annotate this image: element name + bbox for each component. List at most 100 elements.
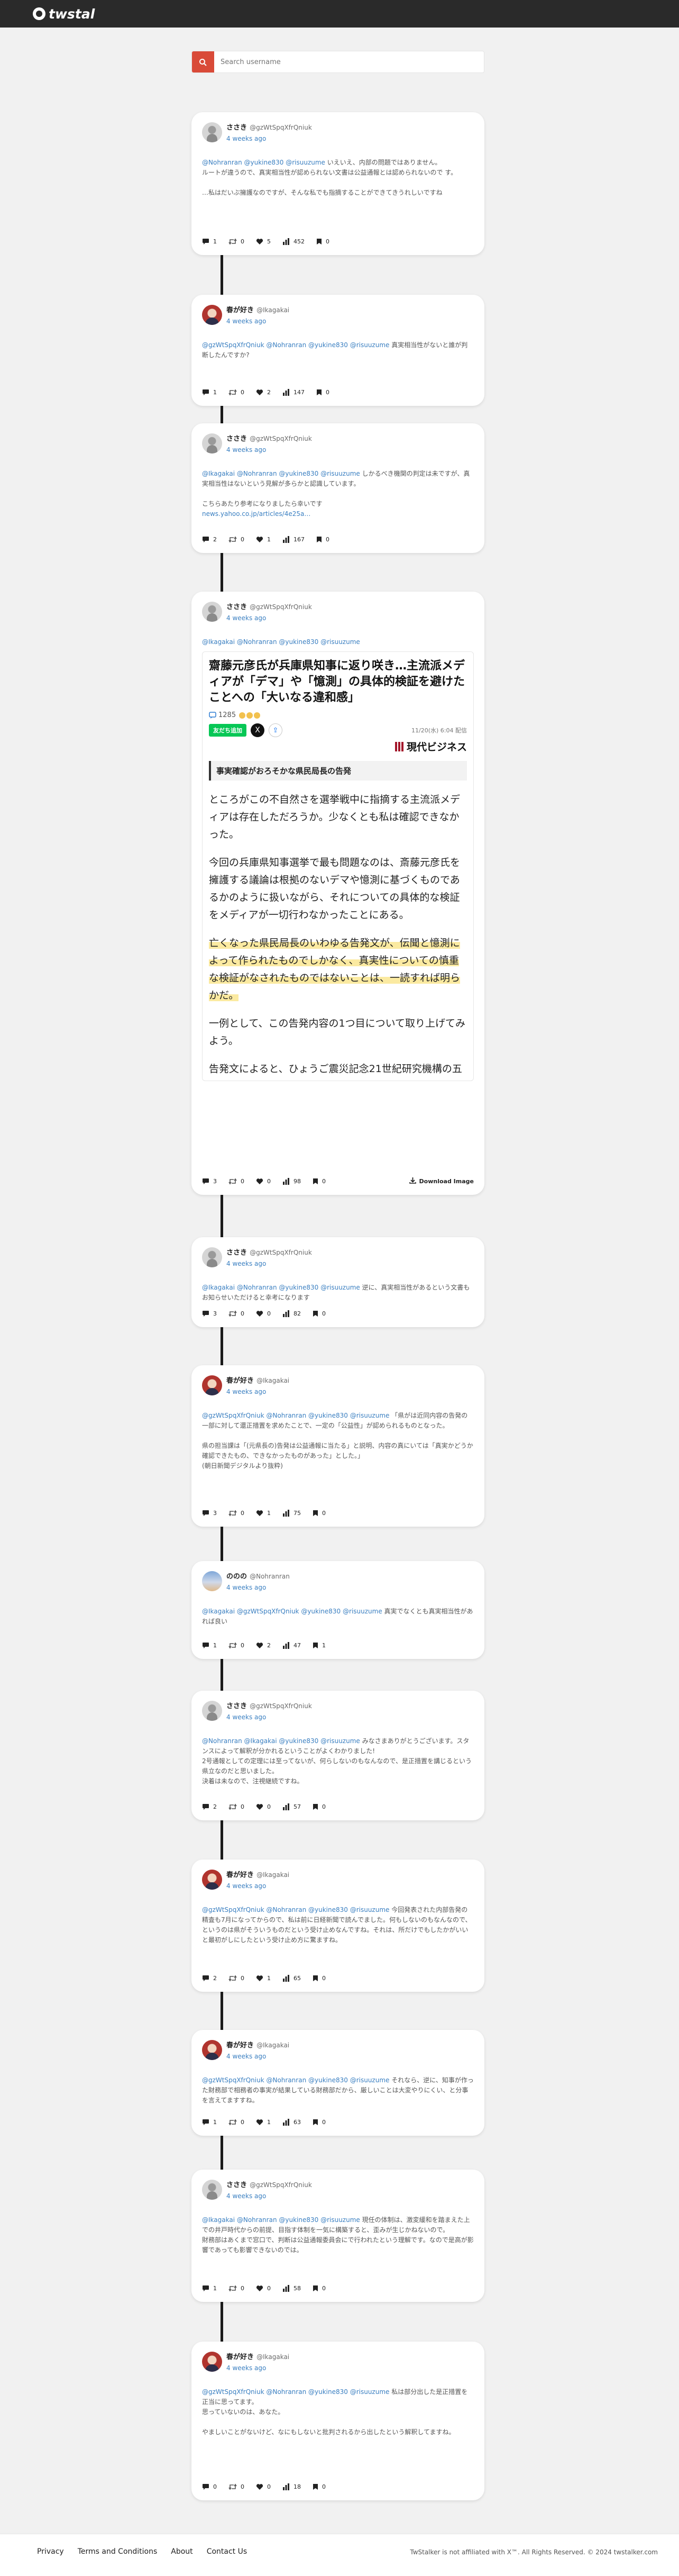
like-stat[interactable]: 2 [256, 1641, 271, 1649]
like-stat[interactable]: 0 [256, 1802, 271, 1811]
footer-link-about[interactable]: About [171, 2547, 192, 2556]
bookmark-stat[interactable]: 0 [313, 1974, 326, 1982]
reply-mentions[interactable]: @gzWtSpqXfrQniuk @Nohranran @yukine830 @… [202, 1906, 389, 1913]
display-name[interactable]: 春が好き [226, 306, 254, 314]
avatar[interactable] [202, 1571, 222, 1591]
timestamp[interactable]: 4 weeks ago [226, 2192, 312, 2201]
download-image-button[interactable]: Download Image [409, 1177, 474, 1185]
avatar[interactable] [202, 1247, 222, 1267]
tweet-link[interactable]: news.yahoo.co.jp/articles/4e25a… [202, 509, 474, 519]
username[interactable]: @Nohranran [250, 1573, 290, 1580]
display-name[interactable]: ささき [226, 603, 247, 611]
username[interactable]: @gzWtSpqXfrQniuk [250, 603, 312, 611]
avatar[interactable] [202, 2180, 222, 2200]
retweet-stat[interactable]: 0 [228, 2482, 244, 2491]
avatar[interactable] [202, 1701, 222, 1721]
display-name[interactable]: ささき [226, 435, 247, 443]
display-name[interactable]: ささき [226, 1702, 247, 1710]
bookmark-stat[interactable]: 0 [313, 2482, 326, 2491]
like-stat[interactable]: 1 [256, 1509, 271, 1517]
reply-stat[interactable]: 3 [202, 1509, 217, 1517]
reply-mentions[interactable]: @gzWtSpqXfrQniuk @Nohranran @yukine830 @… [202, 341, 389, 349]
timestamp[interactable]: 4 weeks ago [226, 317, 289, 326]
like-stat[interactable]: 0 [256, 2482, 271, 2491]
bookmark-stat[interactable]: 0 [313, 1309, 326, 1318]
username[interactable]: @gzWtSpqXfrQniuk [250, 435, 312, 442]
bookmark-stat[interactable]: 0 [313, 2284, 326, 2292]
retweet-stat[interactable]: 0 [228, 535, 244, 543]
search-input[interactable] [214, 51, 484, 72]
display-name[interactable]: 春が好き [226, 1871, 254, 1879]
search-button[interactable] [192, 51, 214, 72]
reply-mentions[interactable]: @Ikagakai @Nohranran @yukine830 @risuuzu… [202, 2216, 360, 2224]
retweet-stat[interactable]: 0 [228, 1177, 244, 1185]
timestamp[interactable]: 4 weeks ago [226, 1882, 289, 1891]
reply-stat[interactable]: 1 [202, 2284, 217, 2292]
avatar[interactable] [202, 433, 222, 453]
avatar[interactable] [202, 122, 222, 142]
timestamp[interactable]: 4 weeks ago [226, 1583, 290, 1592]
display-name[interactable]: 春が好き [226, 2353, 254, 2361]
bookmark-stat[interactable]: 0 [313, 1177, 326, 1185]
like-stat[interactable]: 1 [256, 2118, 271, 2126]
display-name[interactable]: ささき [226, 2181, 247, 2189]
username[interactable]: @Ikagakai [256, 2042, 289, 2049]
footer-link-terms[interactable]: Terms and Conditions [78, 2547, 158, 2556]
timestamp[interactable]: 4 weeks ago [226, 1259, 312, 1268]
like-stat[interactable]: 0 [256, 1177, 271, 1185]
reply-stat[interactable]: 1 [202, 237, 217, 246]
display-name[interactable]: 春が好き [226, 1377, 254, 1385]
like-stat[interactable]: 5 [256, 237, 271, 246]
timestamp[interactable]: 4 weeks ago [226, 2364, 289, 2373]
reply-stat[interactable]: 0 [202, 2482, 217, 2491]
display-name[interactable]: ののの [226, 1573, 247, 1581]
reply-mentions[interactable]: @Ikagakai @Nohranran @yukine830 @risuuzu… [202, 638, 360, 646]
username[interactable]: @Ikagakai [256, 2353, 289, 2361]
username[interactable]: @gzWtSpqXfrQniuk [250, 124, 312, 131]
bookmark-stat[interactable]: 0 [313, 2118, 326, 2126]
avatar[interactable] [202, 602, 222, 622]
retweet-stat[interactable]: 0 [228, 1641, 244, 1649]
like-stat[interactable]: 1 [256, 535, 271, 543]
username[interactable]: @gzWtSpqXfrQniuk [250, 1249, 312, 1256]
bookmark-stat[interactable]: 0 [313, 1509, 326, 1517]
reply-mentions[interactable]: @gzWtSpqXfrQniuk @Nohranran @yukine830 @… [202, 1412, 389, 1419]
reply-stat[interactable]: 2 [202, 1802, 217, 1811]
retweet-stat[interactable]: 0 [228, 2118, 244, 2126]
reply-stat[interactable]: 3 [202, 1309, 217, 1318]
reply-mentions[interactable]: @Ikagakai @Nohranran @yukine830 @risuuzu… [202, 1284, 360, 1291]
avatar[interactable] [202, 1375, 222, 1395]
retweet-stat[interactable]: 0 [228, 2284, 244, 2292]
timestamp[interactable]: 4 weeks ago [226, 1713, 312, 1722]
bookmark-stat[interactable]: 0 [313, 1802, 326, 1811]
reply-mentions[interactable]: @Ikagakai @Nohranran @yukine830 @risuuzu… [202, 470, 360, 477]
timestamp[interactable]: 4 weeks ago [226, 446, 312, 455]
avatar[interactable] [202, 2352, 222, 2372]
display-name[interactable]: ささき [226, 124, 247, 132]
like-stat[interactable]: 0 [256, 2284, 271, 2292]
like-stat[interactable]: 0 [256, 1309, 271, 1318]
bookmark-stat[interactable]: 0 [316, 388, 329, 396]
timestamp[interactable]: 4 weeks ago [226, 134, 312, 143]
reply-stat[interactable]: 2 [202, 535, 217, 543]
reply-mentions[interactable]: @Ikagakai @gzWtSpqXfrQniuk @yukine830 @r… [202, 1608, 382, 1615]
username[interactable]: @Ikagakai [256, 1871, 289, 1879]
reply-stat[interactable]: 2 [202, 1974, 217, 1982]
article-screenshot[interactable]: 齋藤元彦氏が兵庫県知事に返り咲き…主流派メディアが「デマ」や「憶測」の具体的検証… [202, 651, 474, 1081]
reply-stat[interactable]: 1 [202, 1641, 217, 1649]
footer-link-contact[interactable]: Contact Us [207, 2547, 247, 2556]
footer-link-privacy[interactable]: Privacy [37, 2547, 64, 2556]
retweet-stat[interactable]: 0 [228, 1974, 244, 1982]
retweet-stat[interactable]: 0 [228, 1509, 244, 1517]
like-stat[interactable]: 1 [256, 1974, 271, 1982]
retweet-stat[interactable]: 0 [228, 1802, 244, 1811]
site-logo[interactable]: twstal [33, 6, 95, 22]
reply-mentions[interactable]: @Nohranran @Ikagakai @yukine830 @risuuzu… [202, 1737, 360, 1745]
bookmark-stat[interactable]: 0 [316, 237, 329, 246]
bookmark-stat[interactable]: 0 [316, 535, 329, 543]
username[interactable]: @Ikagakai [256, 1377, 289, 1384]
reply-mentions[interactable]: @gzWtSpqXfrQniuk @Nohranran @yukine830 @… [202, 2388, 389, 2396]
avatar[interactable] [202, 1870, 222, 1890]
timestamp[interactable]: 4 weeks ago [226, 614, 312, 623]
retweet-stat[interactable]: 0 [228, 388, 244, 396]
